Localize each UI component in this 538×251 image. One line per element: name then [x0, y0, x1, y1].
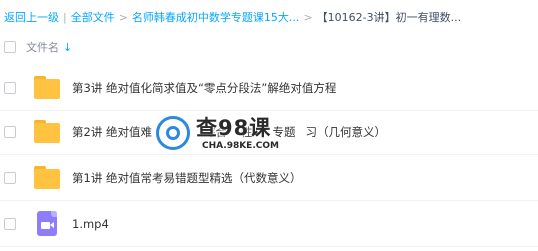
back-link[interactable]: 返回上一级 [4, 9, 59, 25]
file-name[interactable]: 1.mp4 [72, 217, 109, 231]
folder-icon [34, 76, 60, 100]
folder-icon [34, 120, 60, 144]
breadcrumb-divider: | [63, 10, 67, 24]
breadcrumb-all-files[interactable]: 全部文件 [71, 9, 115, 25]
filename-column-header[interactable]: 文件名 [26, 39, 59, 55]
video-file-icon [34, 211, 60, 236]
row-checkbox[interactable] [4, 218, 16, 230]
row-checkbox[interactable] [4, 126, 16, 138]
file-name-part: 第2讲 绝对值难 [72, 125, 152, 139]
file-name[interactable]: 第1讲 绝对值常考易错题型精选（代数意义） [72, 170, 301, 186]
breadcrumb-course-folder[interactable]: 名师韩春成初中数学专题课15大... [132, 9, 300, 25]
chevron-right-icon: > [118, 10, 128, 24]
watermark-logo-icon [156, 116, 190, 150]
sort-down-icon[interactable]: ↓ [63, 41, 72, 54]
file-row[interactable]: 第3讲 绝对值化简求值及“零点分段法”解绝对值方程 [0, 66, 538, 111]
watermark-url: CHA.98KE.COM [202, 141, 279, 151]
folder-icon [34, 166, 60, 190]
breadcrumb: 返回上一级 | 全部文件 > 名师韩春成初中数学专题课15大... > 【101… [4, 8, 534, 26]
file-list-header: 文件名 ↓ [0, 34, 538, 60]
file-name-part: 习（几何意义） [305, 125, 386, 139]
watermark-title: 查98课 [196, 116, 272, 140]
select-all-checkbox[interactable] [4, 41, 16, 53]
file-name[interactable]: 第3讲 绝对值化简求值及“零点分段法”解绝对值方程 [72, 80, 336, 96]
watermark: 查98课 CHA.98KE.COM [156, 114, 296, 164]
file-row[interactable]: 1.mp4 [0, 202, 538, 247]
row-checkbox[interactable] [4, 172, 16, 184]
row-checkbox[interactable] [4, 82, 16, 94]
breadcrumb-current-folder: 【10162-3讲】初一有理数... [316, 11, 462, 24]
chevron-right-icon: > [303, 10, 313, 24]
